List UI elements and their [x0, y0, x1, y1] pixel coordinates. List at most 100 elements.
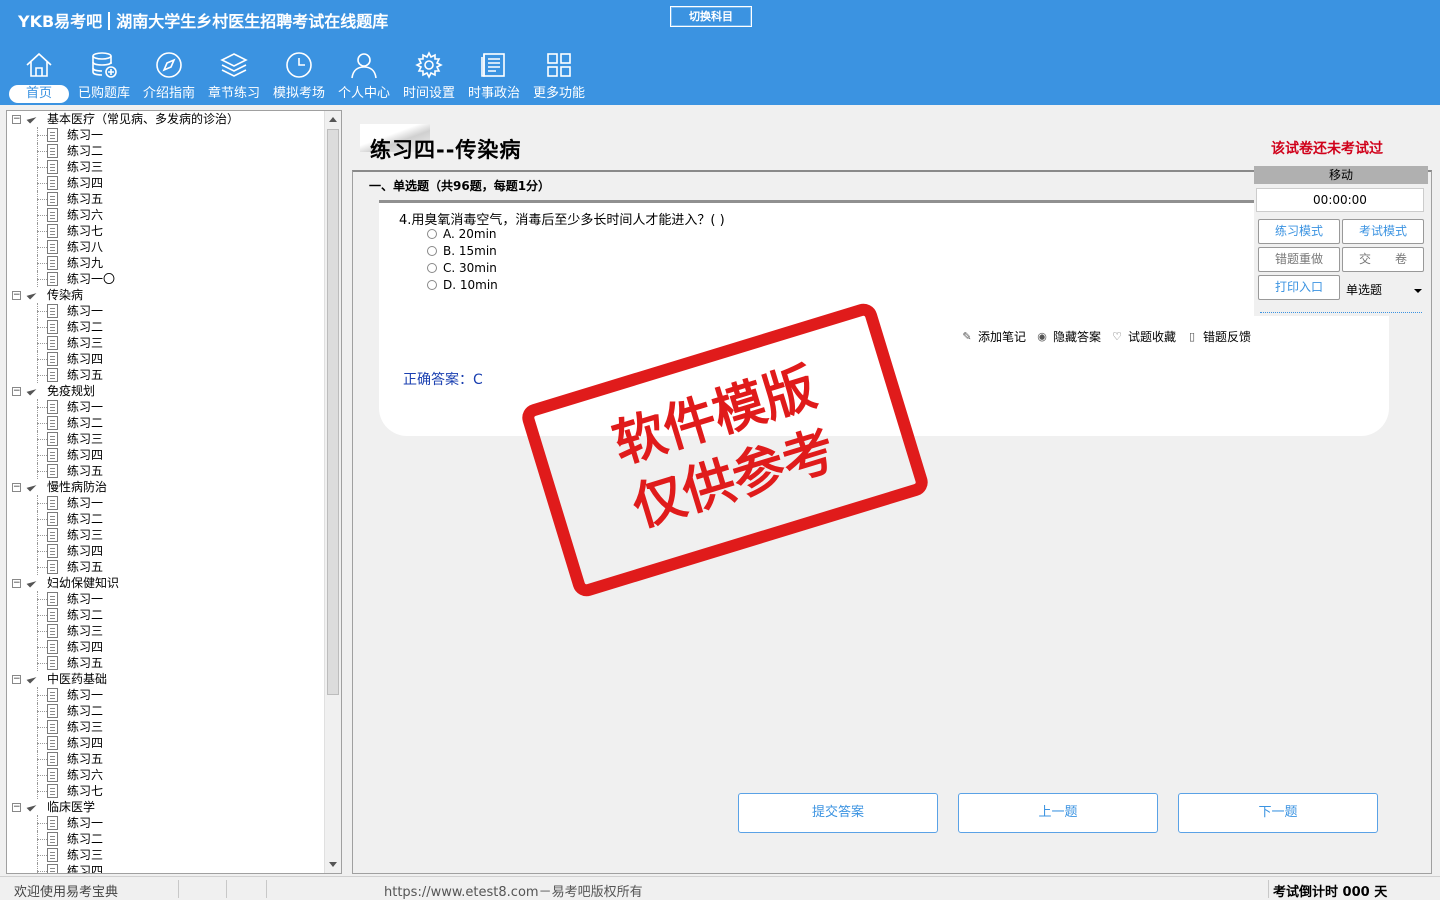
tree-item[interactable]: 练习二	[7, 511, 325, 527]
tree-item[interactable]: 练习一	[7, 399, 325, 415]
tree-item[interactable]: 练习五	[7, 191, 325, 207]
feedback-action[interactable]: ▯ 错题反馈	[1186, 328, 1251, 345]
tree-item[interactable]: 练习四	[7, 447, 325, 463]
favorite-action[interactable]: ♡ 试题收藏	[1111, 328, 1176, 345]
tree-category[interactable]: − 妇幼保健知识	[7, 575, 325, 591]
tree-item[interactable]: 练习二	[7, 703, 325, 719]
tree-item[interactable]: 练习四	[7, 543, 325, 559]
tree-item[interactable]: 练习一	[7, 303, 325, 319]
tree-item[interactable]: 练习五	[7, 559, 325, 575]
submit-answer-button[interactable]: 提交答案	[738, 793, 938, 833]
tree-connector	[37, 855, 47, 856]
toolbar-more-functions[interactable]: 更多功能	[527, 46, 591, 104]
tree-item[interactable]: 练习六	[7, 767, 325, 783]
toolbar-home[interactable]: 首页	[7, 46, 71, 104]
tree-item[interactable]: 练习五	[7, 367, 325, 383]
tree-item[interactable]: 练习五	[7, 655, 325, 671]
submit-paper-button[interactable]: 交 卷	[1342, 247, 1424, 272]
tree-item[interactable]: 练习三	[7, 847, 325, 863]
scroll-up-icon[interactable]	[329, 117, 337, 122]
tree-item[interactable]: 练习三	[7, 719, 325, 735]
option-b[interactable]: B. 15min	[427, 244, 497, 258]
prev-question-button[interactable]: 上一题	[958, 793, 1158, 833]
radio-b[interactable]	[427, 246, 437, 256]
user-icon	[351, 53, 377, 79]
tree-category[interactable]: − 慢性病防治	[7, 479, 325, 495]
tree-scrollbar[interactable]	[324, 111, 341, 873]
collapse-icon[interactable]: −	[12, 291, 21, 300]
tree-category[interactable]: − 传染病	[7, 287, 325, 303]
hide-answer-action[interactable]: ◉ 隐藏答案	[1036, 328, 1101, 345]
collapse-icon[interactable]: −	[12, 803, 21, 812]
toolbar-guide[interactable]: 介绍指南	[137, 46, 201, 104]
tree-connector	[37, 727, 47, 728]
tree-item[interactable]: 练习四	[7, 735, 325, 751]
question-type-select[interactable]: 单选题	[1344, 278, 1426, 303]
tree-item[interactable]: 练习一	[7, 815, 325, 831]
collapse-icon[interactable]: −	[12, 115, 21, 124]
tree-item[interactable]: 练习五	[7, 463, 325, 479]
print-entry-button[interactable]: 打印入口	[1258, 275, 1340, 300]
tree-category[interactable]: − 中医药基础	[7, 671, 325, 687]
tree-item[interactable]: 练习一	[7, 127, 325, 143]
tree-item[interactable]: 练习四	[7, 175, 325, 191]
tree-item[interactable]: 练习三	[7, 431, 325, 447]
toolbar-purchased-banks[interactable]: 已购题库	[72, 46, 136, 104]
document-icon	[47, 400, 58, 414]
radio-d[interactable]	[427, 280, 437, 290]
tree-item[interactable]: 练习三	[7, 335, 325, 351]
scroll-down-icon[interactable]	[329, 862, 337, 867]
collapse-icon[interactable]: −	[12, 483, 21, 492]
tree-item[interactable]: 练习五	[7, 751, 325, 767]
next-question-button[interactable]: 下一题	[1178, 793, 1378, 833]
tree-scroll-thumb[interactable]	[327, 129, 339, 695]
toolbar-personal-center[interactable]: 个人中心	[332, 46, 396, 104]
tree-item[interactable]: 练习三	[7, 623, 325, 639]
toolbar-time-settings[interactable]: 时间设置	[397, 46, 461, 104]
tree-category[interactable]: − 临床医学	[7, 799, 325, 815]
add-note-action[interactable]: ✎ 添加笔记	[961, 328, 1026, 345]
tree-item[interactable]: 练习四	[7, 639, 325, 655]
option-c[interactable]: C. 30min	[427, 261, 497, 275]
hide-answer-label: 隐藏答案	[1053, 330, 1102, 344]
radio-c[interactable]	[427, 263, 437, 273]
tree-item[interactable]: 练习二	[7, 143, 325, 159]
tree-item[interactable]: 练习三	[7, 527, 325, 543]
radio-a[interactable]	[427, 229, 437, 239]
collapse-icon[interactable]: −	[12, 675, 21, 684]
toolbar-chapter-practice[interactable]: 章节练习	[202, 46, 266, 104]
tree-item[interactable]: 练习三	[7, 159, 325, 175]
tree-item[interactable]: 练习七	[7, 223, 325, 239]
tree-item[interactable]: 练习四	[7, 863, 325, 873]
tree-item[interactable]: 练习二	[7, 415, 325, 431]
tree-connector	[37, 327, 47, 328]
tree-item[interactable]: 练习二	[7, 319, 325, 335]
tree-item[interactable]: 练习四	[7, 351, 325, 367]
tree-item[interactable]: 练习九	[7, 255, 325, 271]
tree-item[interactable]: 练习八	[7, 239, 325, 255]
tree-category[interactable]: − 基本医疗（常见病、多发病的诊治）	[7, 111, 325, 127]
heart-icon: ♡	[1112, 329, 1122, 343]
tree-category[interactable]: − 免疫规划	[7, 383, 325, 399]
toolbar-current-affairs[interactable]: 时事政治	[462, 46, 526, 104]
practice-mode-button[interactable]: 练习模式	[1258, 219, 1340, 244]
document-icon	[47, 368, 58, 382]
tree-item[interactable]: 练习二	[7, 831, 325, 847]
collapse-icon[interactable]: −	[12, 579, 21, 588]
toolbar-mock-exam[interactable]: 模拟考场	[267, 46, 331, 104]
move-handle[interactable]: 移动	[1254, 166, 1428, 184]
option-a[interactable]: A. 20min	[427, 227, 497, 241]
tree-item[interactable]: 练习七	[7, 783, 325, 799]
tree-item[interactable]: 练习六	[7, 207, 325, 223]
tree-item-label: 练习三	[67, 336, 104, 350]
collapse-icon[interactable]: −	[12, 387, 21, 396]
exam-mode-button[interactable]: 考试模式	[1342, 219, 1424, 244]
tree-item[interactable]: 练习一	[7, 687, 325, 703]
tree-item[interactable]: 练习一	[7, 591, 325, 607]
tree-item[interactable]: 练习二	[7, 607, 325, 623]
switch-subject-button[interactable]: 切换科目	[670, 6, 752, 27]
option-d[interactable]: D. 10min	[427, 278, 498, 292]
tree-item[interactable]: 练习一〇	[7, 271, 325, 287]
redo-wrong-button[interactable]: 错题重做	[1258, 247, 1340, 272]
tree-item[interactable]: 练习一	[7, 495, 325, 511]
